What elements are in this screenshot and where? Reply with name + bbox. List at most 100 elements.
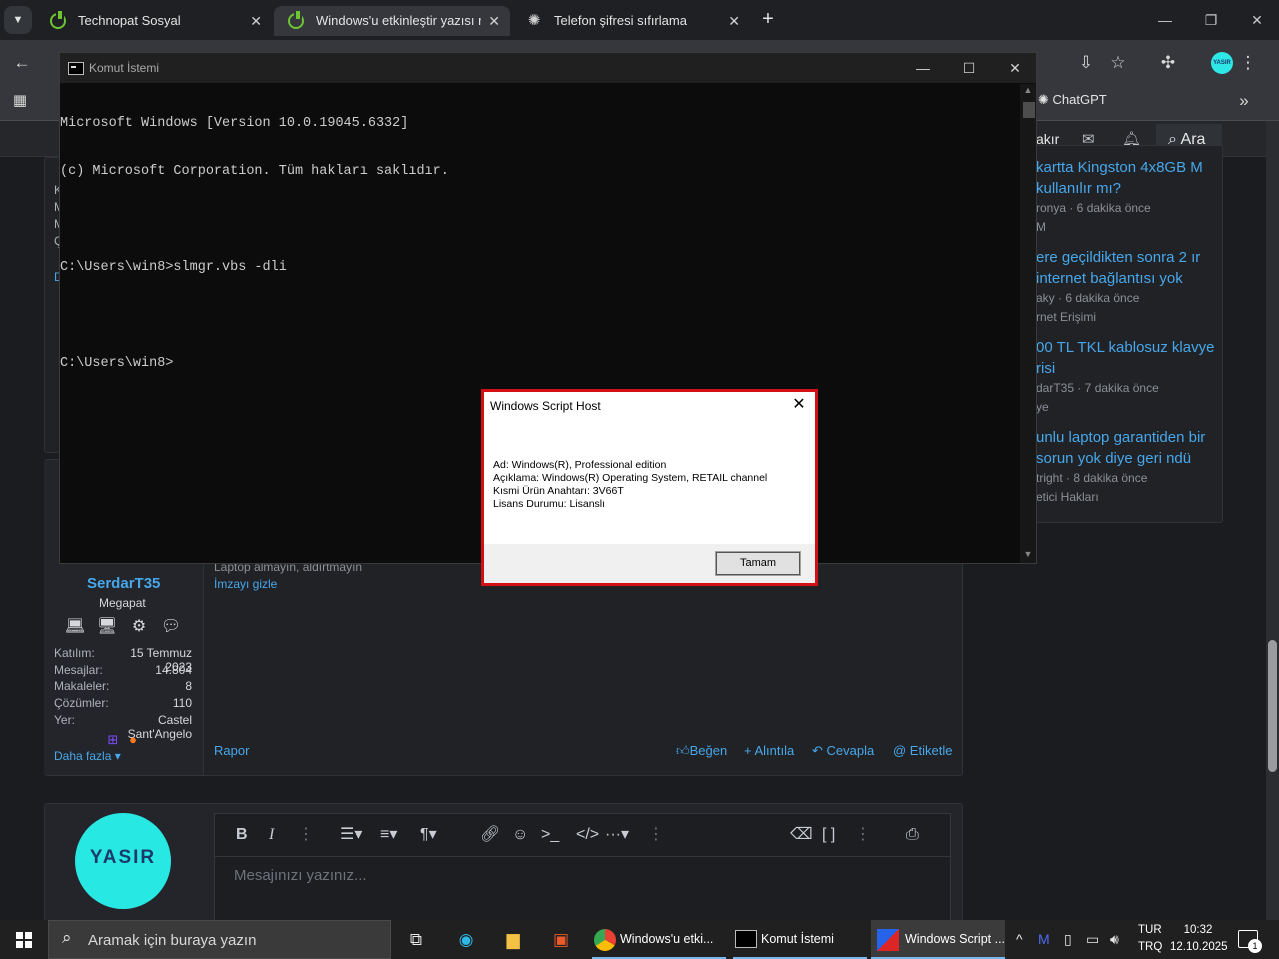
usb-icon[interactable]: ▯ xyxy=(1064,930,1072,948)
tab-close-icon[interactable]: ✕ xyxy=(250,6,262,36)
terminal-icon[interactable]: >_ xyxy=(541,825,559,845)
chatgpt-icon: ✺ xyxy=(527,12,541,29)
tab-close-icon[interactable]: ✕ xyxy=(488,6,500,36)
tab-close-icon[interactable]: ✕ xyxy=(728,6,740,36)
report-link[interactable]: Rapor xyxy=(214,743,249,758)
dialog-close-icon[interactable]: ✕ xyxy=(789,395,809,415)
dialog-footer: Tamam xyxy=(484,544,815,583)
cmd-minimize-icon[interactable]: — xyxy=(900,53,946,83)
bold-icon[interactable]: B xyxy=(236,825,248,845)
cmd-scroll-down-icon[interactable]: ▼ xyxy=(1020,549,1036,559)
bookmark-chatgpt[interactable]: ✺ ChatGPT xyxy=(1038,91,1107,109)
list-icon[interactable]: ☰▾ xyxy=(340,825,362,845)
cmd-output[interactable]: Microsoft Windows [Version 10.0.19045.63… xyxy=(60,84,1020,404)
thread-meta: ronya · 6 dakika önce xyxy=(1036,201,1151,215)
page-scrollbar[interactable] xyxy=(1266,121,1279,920)
install-app-icon[interactable]: ⇩ xyxy=(1074,51,1098,75)
taskbar-wsh-window[interactable]: Windows Script ... xyxy=(871,920,1005,959)
ok-button[interactable]: Tamam xyxy=(715,551,801,576)
cmd-scrollbar[interactable] xyxy=(1020,84,1036,563)
link-icon[interactable]: 🔗︎ xyxy=(480,825,500,845)
eraser-icon[interactable]: ⌫ xyxy=(790,825,813,845)
italic-icon[interactable]: I xyxy=(269,825,274,845)
wsh-dialog[interactable]: Windows Script Host ✕ Ad: Windows(R), Pr… xyxy=(481,389,818,586)
list-item[interactable]: kartta Kingston 4x8GB M kullanılır mı? r… xyxy=(1036,157,1222,237)
browser-close-icon[interactable]: ✕ xyxy=(1242,6,1272,34)
thread-title[interactable]: 00 TL TKL kablosuz klavye risi xyxy=(1036,337,1222,379)
taskbar-search-input[interactable]: Aramak için buraya yazın xyxy=(88,932,256,949)
bookmarks-overflow-icon[interactable]: » xyxy=(1232,89,1256,113)
network-icon[interactable]: ▭ xyxy=(1086,930,1099,948)
apps-grid-icon[interactable]: ▦ xyxy=(8,89,32,113)
dialog-message: Ad: Windows(R), Professional edition Açı… xyxy=(493,459,767,511)
extensions-puzzle-icon[interactable]: ✣ xyxy=(1156,51,1180,75)
file-explorer-icon[interactable]: ▆ xyxy=(502,929,524,951)
cmd-title-bar[interactable]: Komut İstemi — ☐ ✕ xyxy=(60,53,1036,83)
technopat-power-icon xyxy=(50,11,66,29)
volume-icon[interactable]: 🔊︎ xyxy=(1110,930,1119,948)
browser-minimize-icon[interactable]: — xyxy=(1150,6,1180,34)
browser-restore-icon[interactable]: ❐ xyxy=(1196,6,1226,34)
cmd-scroll-up-icon[interactable]: ▲ xyxy=(1020,85,1036,95)
task-label: Windows Script ... xyxy=(905,932,1005,946)
post-author-name[interactable]: SerdarT35 xyxy=(87,575,160,592)
list-item[interactable]: 00 TL TKL kablosuz klavye risi darT35 · … xyxy=(1036,337,1222,417)
align-icon[interactable]: ≡▾ xyxy=(380,825,397,845)
tab-technopat[interactable]: Technopat Sosyal ✕ xyxy=(36,6,272,36)
cmd-close-icon[interactable]: ✕ xyxy=(992,53,1038,83)
hide-signature-link[interactable]: İmzayı gizle xyxy=(214,577,277,591)
bookmark-star-icon[interactable]: ☆ xyxy=(1106,51,1130,75)
tray-chevron-up-icon[interactable]: ^ xyxy=(1016,930,1023,948)
language-code: TUR xyxy=(1138,924,1162,936)
like-button[interactable]: 👍︎Beğen xyxy=(676,743,727,759)
thread-title[interactable]: unlu laptop garantiden bir sorun yok diy… xyxy=(1036,427,1222,469)
paragraph-icon[interactable]: ¶▾ xyxy=(420,825,437,845)
page-scroll-thumb[interactable] xyxy=(1268,640,1277,772)
code-icon[interactable]: </> xyxy=(576,825,599,845)
brackets-icon[interactable]: [ ] xyxy=(822,825,835,845)
stat-value: 14.804 xyxy=(155,663,192,677)
quote-button[interactable]: + Alıntıla xyxy=(744,743,794,758)
tab-telefon-sifresi[interactable]: ✺ Telefon şifresi sıfırlama ✕ xyxy=(512,6,750,36)
list-item[interactable]: ere geçildikten sonra 2 ır internet bağl… xyxy=(1036,247,1222,327)
thread-title[interactable]: kartta Kingston 4x8GB M kullanılır mı? xyxy=(1036,157,1222,199)
cmd-scroll-thumb[interactable] xyxy=(1023,102,1035,118)
clock-time: 10:32 xyxy=(1183,924,1213,936)
store-icon[interactable]: ▣ xyxy=(550,929,572,951)
editor-avatar: YASIR xyxy=(75,813,171,909)
tab-windows-activation[interactable]: Windows'u etkinleştir yazısı nası ✕ xyxy=(274,6,510,36)
list-item[interactable]: unlu laptop garantiden bir sorun yok diy… xyxy=(1036,427,1222,507)
task-label: Windows'u etki... xyxy=(620,932,714,946)
more-vertical-icon[interactable]: ⋮ xyxy=(855,825,871,845)
thread-forum: etici Hakları xyxy=(1036,490,1099,504)
windows-start-icon[interactable] xyxy=(16,932,32,948)
emoji-icon[interactable]: ☺ xyxy=(512,825,528,845)
thread-forum: ye xyxy=(1036,400,1049,414)
preview-icon[interactable]: ⎙ xyxy=(906,825,919,845)
malwarebytes-icon[interactable]: M xyxy=(1038,930,1050,948)
task-view-icon[interactable]: ⧉ xyxy=(405,929,427,951)
taskbar-chrome-window[interactable]: Windows'u etki... xyxy=(592,920,726,959)
mention-button[interactable]: @ Etiketle xyxy=(893,743,952,758)
thread-title[interactable]: ere geçildikten sonra 2 ır internet bağl… xyxy=(1036,247,1222,289)
cmd-maximize-icon[interactable]: ☐ xyxy=(946,53,992,83)
new-tab-button[interactable]: + xyxy=(758,6,778,34)
console-line: Microsoft Windows [Version 10.0.19045.63… xyxy=(60,116,409,131)
browser-menu-icon[interactable]: ⋮ xyxy=(1238,51,1258,75)
back-arrow-icon[interactable]: ← xyxy=(10,51,34,75)
taskbar-cmd-window[interactable]: Komut İstemi xyxy=(733,920,867,959)
user-more-link[interactable]: Daha fazla ▾ xyxy=(54,749,121,763)
reply-button[interactable]: ↶ Cevapla xyxy=(812,743,874,759)
browser-tab-bar: ▼ Technopat Sosyal ✕ Windows'u etkinleşt… xyxy=(0,0,1279,40)
message-input[interactable]: Mesajınızı yazınız... xyxy=(234,867,367,884)
input-language[interactable]: TUR TRQ xyxy=(1138,922,1162,956)
tab-search-chevron-icon[interactable]: ▼ xyxy=(4,6,32,34)
more-vertical-icon[interactable]: ⋮ xyxy=(648,825,664,845)
license-description: Açıklama: Windows(R) Operating System, R… xyxy=(493,472,768,484)
more-vertical-icon[interactable]: ⋮ xyxy=(298,825,314,845)
more-horizontal-icon[interactable]: ···▾ xyxy=(605,825,629,845)
taskbar-clock[interactable]: 10:32 12.10.2025 xyxy=(1170,922,1228,956)
task-label: Komut İstemi xyxy=(761,932,834,946)
profile-avatar[interactable]: YASIR xyxy=(1211,52,1233,74)
edge-icon[interactable]: ◉ xyxy=(455,929,477,951)
